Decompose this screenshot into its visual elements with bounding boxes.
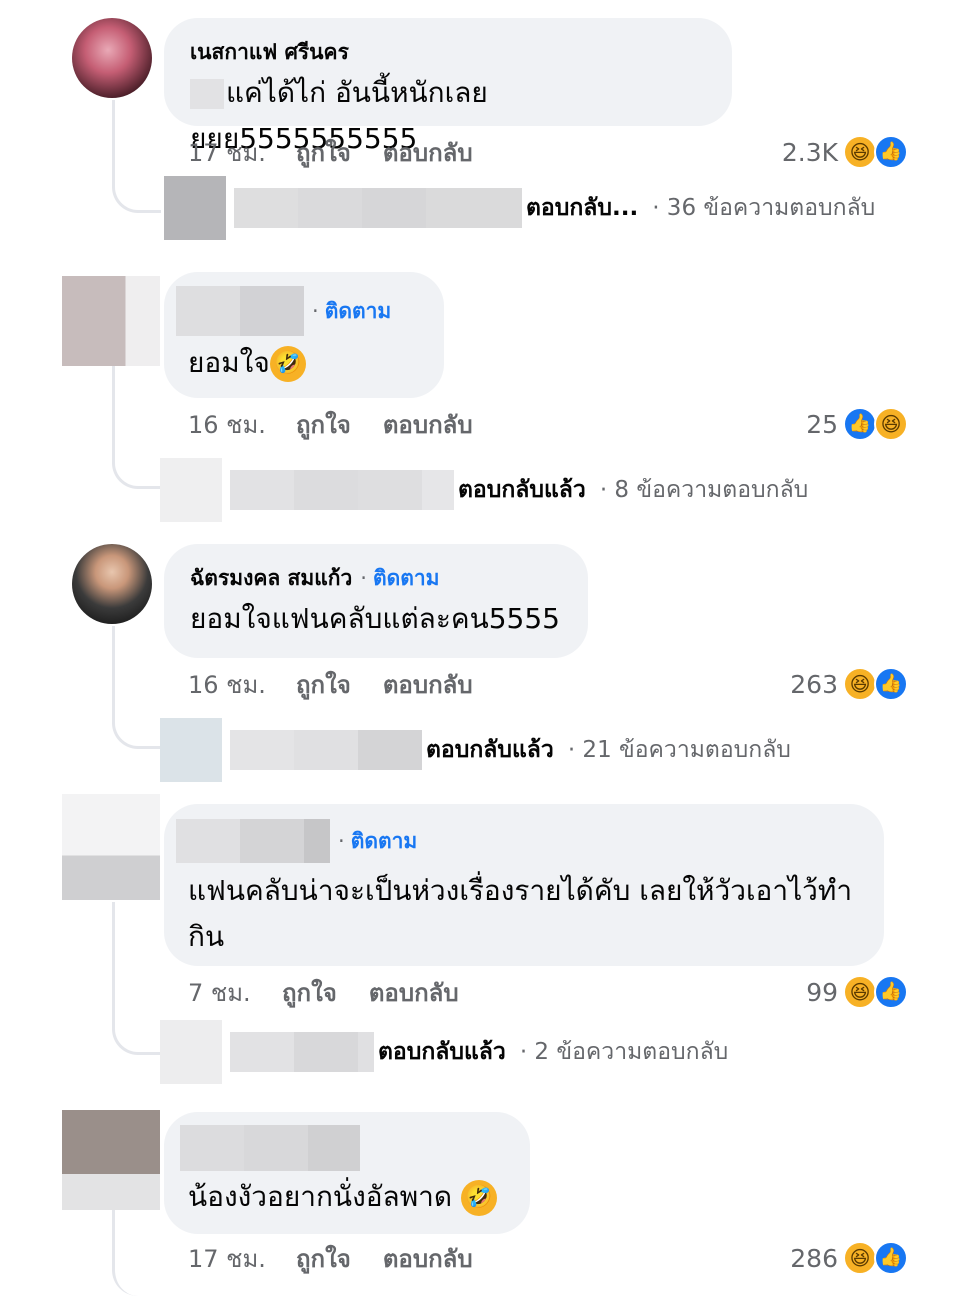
haha-reaction-icon: 😆 bbox=[843, 135, 877, 169]
like-button[interactable]: ถูกใจ bbox=[282, 973, 337, 1012]
comment-text: ยอมใจ bbox=[188, 346, 270, 379]
like-reaction-icon: 👍 bbox=[874, 667, 908, 701]
view-replies[interactable]: ตอบกลับแล้ว · 2 ข้อความตอบกลับ bbox=[160, 1020, 728, 1084]
reply-avatar bbox=[160, 1020, 222, 1084]
avatar[interactable] bbox=[72, 544, 152, 624]
haha-reaction-icon: 😆 bbox=[874, 407, 908, 441]
rofl-emoji-icon: 🤣 bbox=[460, 1180, 497, 1216]
replies-label[interactable]: ตอบกลับแล้ว bbox=[378, 1034, 506, 1070]
blurred-reply-author bbox=[230, 1032, 374, 1072]
avatar[interactable] bbox=[62, 276, 160, 366]
reaction-count[interactable]: 286 bbox=[790, 1244, 838, 1273]
thread-connector bbox=[112, 1206, 161, 1296]
comment-meta: 17 ชม. ถูกใจ ตอบกลับ 286 😆 👍 bbox=[188, 1236, 908, 1280]
reaction-count[interactable]: 99 bbox=[806, 978, 838, 1007]
comment-time[interactable]: 17 ชม. bbox=[188, 133, 296, 172]
replies-count[interactable]: · 8 ข้อความตอบกลับ bbox=[600, 472, 808, 508]
separator-dot: · bbox=[360, 566, 367, 590]
blurred-author-name bbox=[180, 1125, 360, 1171]
follow-button[interactable]: ติดตาม bbox=[351, 825, 418, 858]
comment-meta: 7 ชม. ถูกใจ ตอบกลับ 99 😆 👍 bbox=[188, 970, 908, 1014]
reply-avatar bbox=[160, 718, 222, 782]
reply-avatar bbox=[160, 458, 222, 522]
reaction-count[interactable]: 2.3K bbox=[782, 138, 838, 167]
blurred-reply-author bbox=[230, 730, 422, 770]
reaction-count[interactable]: 263 bbox=[790, 670, 838, 699]
like-reaction-icon: 👍 bbox=[874, 135, 908, 169]
author-name[interactable]: ฉัตรมงคล สมแก้ว bbox=[190, 562, 352, 595]
replies-label[interactable]: ตอบกลับ... bbox=[526, 190, 638, 226]
comment-meta: 16 ชม. ถูกใจ ตอบกลับ 263 😆 👍 bbox=[188, 662, 908, 706]
replies-count[interactable]: · 36 ข้อความตอบกลับ bbox=[652, 190, 875, 226]
comment-text: ยอมใจแฟนคลับแต่ละคน5555 bbox=[190, 602, 560, 635]
follow-button[interactable]: ติดตาม bbox=[373, 562, 440, 595]
replies-count[interactable]: · 2 ข้อความตอบกลับ bbox=[520, 1034, 728, 1070]
comment-text: น้องงัวอยากนั่งอัลพาด bbox=[188, 1180, 453, 1213]
blurred-reply-author bbox=[230, 470, 454, 510]
replies-count[interactable]: · 21 ข้อความตอบกลับ bbox=[568, 732, 791, 768]
like-button[interactable]: ถูกใจ bbox=[296, 133, 351, 172]
like-button[interactable]: ถูกใจ bbox=[296, 405, 351, 444]
comment-bubble: น้องงัวอยากนั่งอัลพาด 🤣 bbox=[164, 1112, 530, 1234]
reply-button[interactable]: ตอบกลับ bbox=[383, 133, 473, 172]
comment-bubble: เนสกาแฟ ศรีนคร แค่ได้ไก่ อันนี้หนักเลยยย… bbox=[164, 18, 732, 155]
avatar[interactable] bbox=[72, 18, 152, 98]
replies-label[interactable]: ตอบกลับแล้ว bbox=[426, 732, 554, 768]
comment-bubble: · ติดตาม ยอมใจ 🤣 bbox=[164, 272, 444, 398]
blurred-author-name bbox=[176, 819, 330, 863]
reaction-count[interactable]: 25 bbox=[806, 410, 838, 439]
comment-text: แฟนคลับน่าจะเป็นห่วงเรื่องรายได้คับ เลยใ… bbox=[188, 874, 853, 953]
view-replies[interactable]: ตอบกลับแล้ว · 21 ข้อความตอบกลับ bbox=[160, 718, 791, 782]
like-button[interactable]: ถูกใจ bbox=[296, 665, 351, 704]
view-replies[interactable]: ตอบกลับ... · 36 ข้อความตอบกลับ bbox=[164, 176, 875, 240]
like-button[interactable]: ถูกใจ bbox=[296, 1239, 351, 1278]
reply-avatar bbox=[164, 176, 226, 240]
like-reaction-icon: 👍 bbox=[843, 407, 877, 441]
like-reaction-icon: 👍 bbox=[874, 975, 908, 1009]
comment-time[interactable]: 7 ชม. bbox=[188, 973, 282, 1012]
avatar[interactable] bbox=[62, 794, 160, 900]
view-replies[interactable]: ตอบกลับแล้ว · 8 ข้อความตอบกลับ bbox=[160, 458, 808, 522]
comment-bubble: ฉัตรมงคล สมแก้ว · ติดตาม ยอมใจแฟนคลับแต่… bbox=[164, 544, 588, 658]
reply-button[interactable]: ตอบกลับ bbox=[383, 665, 473, 704]
thread-connector bbox=[112, 626, 161, 749]
reply-button[interactable]: ตอบกลับ bbox=[383, 1239, 473, 1278]
comment-meta: 17 ชม. ถูกใจ ตอบกลับ 2.3K 😆 👍 bbox=[188, 130, 908, 174]
blurred-author-name bbox=[176, 286, 304, 336]
separator-dot: · bbox=[338, 829, 345, 853]
follow-button[interactable]: ติดตาม bbox=[325, 295, 392, 328]
comment-time[interactable]: 16 ชม. bbox=[188, 405, 296, 444]
replies-label[interactable]: ตอบกลับแล้ว bbox=[458, 472, 586, 508]
author-name[interactable]: เนสกาแฟ ศรีนคร bbox=[190, 36, 349, 69]
thread-connector bbox=[112, 100, 161, 213]
rofl-emoji-icon: 🤣 bbox=[269, 346, 306, 382]
thread-connector bbox=[112, 362, 161, 489]
blurred-mention bbox=[190, 79, 224, 109]
comment-meta: 16 ชม. ถูกใจ ตอบกลับ 25 👍 😆 bbox=[188, 402, 908, 446]
reply-button[interactable]: ตอบกลับ bbox=[383, 405, 473, 444]
haha-reaction-icon: 😆 bbox=[843, 1241, 877, 1275]
reply-button[interactable]: ตอบกลับ bbox=[369, 973, 459, 1012]
comment-time[interactable]: 16 ชม. bbox=[188, 665, 296, 704]
comment-bubble: · ติดตาม แฟนคลับน่าจะเป็นห่วงเรื่องรายได… bbox=[164, 804, 884, 966]
haha-reaction-icon: 😆 bbox=[843, 667, 877, 701]
haha-reaction-icon: 😆 bbox=[843, 975, 877, 1009]
avatar[interactable] bbox=[62, 1110, 160, 1210]
blurred-reply-author bbox=[234, 188, 522, 228]
separator-dot: · bbox=[312, 299, 319, 323]
comment-time[interactable]: 17 ชม. bbox=[188, 1239, 296, 1278]
like-reaction-icon: 👍 bbox=[874, 1241, 908, 1275]
thread-connector bbox=[112, 902, 161, 1055]
